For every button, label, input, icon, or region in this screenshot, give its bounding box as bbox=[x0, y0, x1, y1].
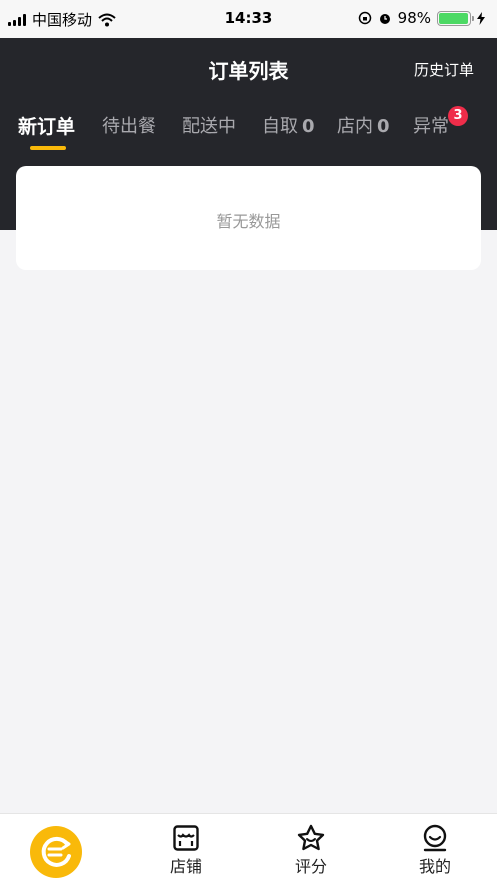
home-logo-icon bbox=[30, 826, 82, 878]
rotation-lock-icon bbox=[358, 11, 371, 25]
tab-dine-in[interactable]: 店内 0 bbox=[337, 112, 390, 138]
tab-label: 自取 bbox=[262, 116, 298, 137]
alarm-icon bbox=[379, 14, 390, 24]
order-tabs: 新订单 待出餐 配送中 自取 0 店内 0 异常 bbox=[0, 112, 497, 152]
nav-item-rating[interactable]: 评分 bbox=[249, 814, 373, 883]
exception-count-badge: 3 bbox=[448, 106, 468, 126]
tab-count: 0 bbox=[377, 116, 390, 137]
empty-state-text: 暂无数据 bbox=[216, 212, 281, 231]
nav-label: 店铺 bbox=[169, 857, 202, 876]
history-orders-link[interactable]: 历史订单 bbox=[414, 59, 474, 80]
empty-state-card: 暂无数据 bbox=[16, 166, 481, 270]
tab-delivering[interactable]: 配送中 bbox=[182, 112, 236, 138]
tab-awaiting-meal[interactable]: 待出餐 bbox=[102, 112, 156, 138]
nav-item-profile[interactable]: 我的 bbox=[373, 814, 497, 883]
tab-label: 待出餐 bbox=[102, 116, 156, 137]
nav-item-store[interactable]: 店铺 bbox=[124, 814, 248, 883]
profile-icon bbox=[423, 824, 447, 852]
active-tab-indicator bbox=[30, 146, 66, 150]
tab-label: 异常 bbox=[413, 116, 449, 137]
charging-icon bbox=[477, 11, 485, 25]
store-icon bbox=[173, 825, 199, 851]
status-right: 98% bbox=[358, 9, 485, 27]
status-bar: 中国移动 14:33 98% bbox=[0, 0, 497, 38]
tab-self-pickup[interactable]: 自取 0 bbox=[262, 112, 315, 138]
bottom-nav: 店铺 评分 我的 bbox=[0, 813, 497, 883]
star-icon bbox=[297, 824, 325, 851]
nav-item-home[interactable] bbox=[0, 814, 124, 883]
tab-new-orders[interactable]: 新订单 bbox=[18, 112, 75, 139]
tab-label: 新订单 bbox=[18, 116, 76, 138]
tab-count: 0 bbox=[302, 116, 315, 137]
battery-icon bbox=[437, 10, 474, 26]
battery-fill bbox=[439, 12, 469, 24]
battery-percent: 98% bbox=[397, 9, 431, 27]
tab-exception[interactable]: 异常 bbox=[413, 112, 449, 138]
tab-label: 店内 bbox=[337, 116, 373, 137]
nav-label: 评分 bbox=[294, 857, 327, 876]
nav-label: 我的 bbox=[418, 857, 451, 876]
tab-label: 配送中 bbox=[182, 116, 236, 137]
